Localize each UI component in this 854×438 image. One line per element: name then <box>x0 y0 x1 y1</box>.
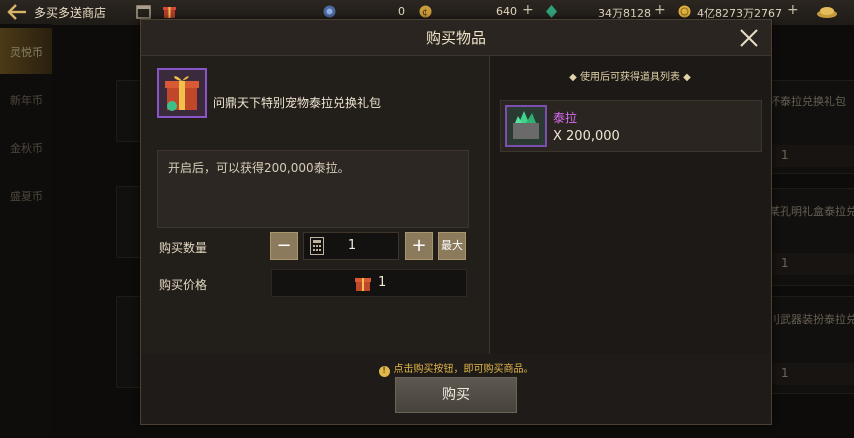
svg-text:¢: ¢ <box>422 8 428 18</box>
warning-icon: ! <box>378 366 390 377</box>
coupon-currency-icon: ¢ <box>419 5 432 18</box>
currency-3-add-button[interactable]: + <box>654 2 666 18</box>
item-description-box: 开启后，可以获得200,000泰拉。 <box>157 150 469 228</box>
purchase-hint-text: 点击购买按钮，即可购买商品。 <box>393 364 534 375</box>
item-detail-panel: 问鼎天下特别宠物泰拉兑换礼包 开启后，可以获得200,000泰拉。 购买数量 −… <box>141 56 489 354</box>
currency-4-add-button[interactable]: + <box>787 2 799 18</box>
decrease-quantity-button[interactable]: − <box>270 232 298 260</box>
increase-quantity-button[interactable]: + <box>405 232 433 260</box>
reward-name: 泰拉 <box>553 111 578 125</box>
calendar-icon[interactable] <box>136 4 151 19</box>
max-quantity-button[interactable]: 最大 <box>438 232 466 260</box>
quantity-input[interactable]: 1 <box>303 232 399 260</box>
item-description: 开启后，可以获得200,000泰拉。 <box>168 161 350 175</box>
reward-item-row[interactable]: 泰拉 X 200,000 <box>500 100 762 152</box>
quantity-label: 购买数量 <box>159 241 208 255</box>
close-icon[interactable] <box>737 26 761 50</box>
treasure-icon[interactable] <box>816 4 838 19</box>
gold-coin-icon <box>678 5 691 18</box>
currency-2-add-button[interactable]: + <box>522 2 534 18</box>
quantity-value: 1 <box>347 238 357 253</box>
price-label: 购买价格 <box>159 278 208 292</box>
price-display: 1 <box>271 269 467 297</box>
purchase-hint: ! 点击购买按钮，即可购买商品。 <box>141 360 771 377</box>
crystal-currency-icon <box>546 5 557 18</box>
price-value: 1 <box>378 275 387 290</box>
reward-list-title: ◆ 使用后可获得道具列表 ◆ <box>569 72 691 83</box>
currency-1-value: 0 <box>398 5 405 18</box>
currency-2-value: 640 <box>496 5 517 18</box>
gem-currency-icon <box>323 5 336 18</box>
reward-list-panel: ◆ 使用后可获得道具列表 ◆ 泰拉 X 200,000 <box>490 56 770 354</box>
buy-button[interactable]: 购买 <box>395 377 517 413</box>
item-name: 问鼎天下特别宠物泰拉兑换礼包 <box>213 96 382 110</box>
dialog-header: 购买物品 <box>141 20 771 56</box>
back-arrow-icon[interactable] <box>6 3 28 21</box>
shop-title: 多买多送商店 <box>34 6 107 20</box>
gift-pack-icon <box>157 68 207 118</box>
gift-box-icon[interactable] <box>162 4 177 19</box>
purchase-dialog: 购买物品 问鼎天下特别宠物泰拉兑换礼包 开启后，可以获得200,000泰拉。 购… <box>140 19 772 425</box>
tera-crystal-icon <box>505 105 547 147</box>
reward-quantity: X 200,000 <box>553 129 620 144</box>
gift-currency-icon <box>355 278 371 291</box>
dialog-title: 购买物品 <box>425 29 486 47</box>
